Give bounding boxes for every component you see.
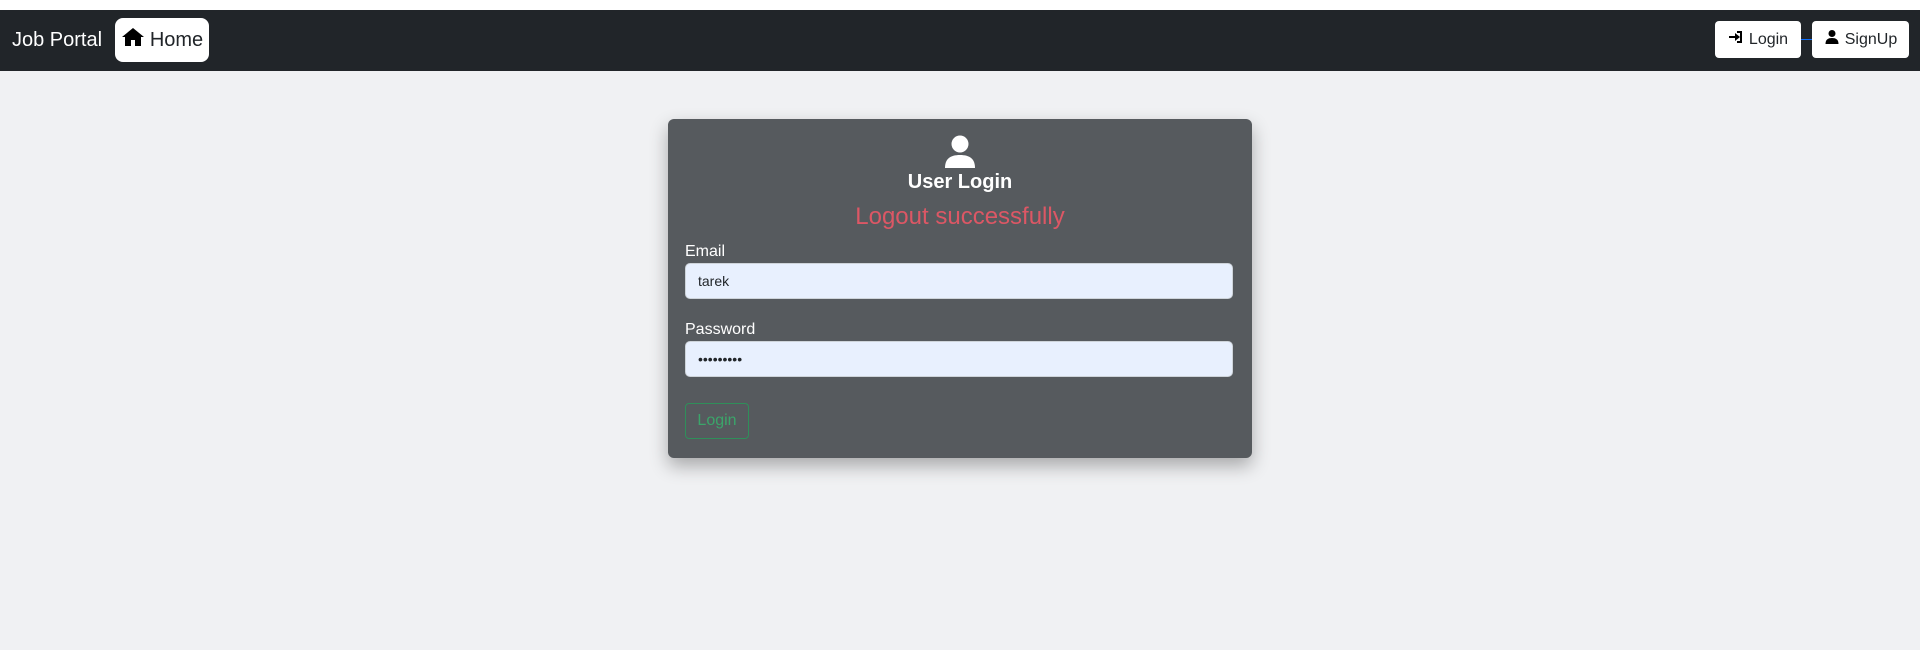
email-field[interactable] (685, 263, 1233, 299)
email-label: Email (685, 243, 726, 260)
home-link-label: Home (149, 28, 204, 51)
user-icon (1824, 29, 1840, 50)
navbar: Job Portal Home Login SignUp (0, 10, 1920, 71)
login-submit-button[interactable]: Login (685, 403, 749, 439)
nav-login-button[interactable]: Login (1715, 21, 1801, 58)
password-label: Password (685, 321, 756, 338)
nav-signup-button[interactable]: SignUp (1812, 21, 1909, 58)
nav-login-label: Login (1748, 30, 1789, 48)
top-strip (0, 0, 1920, 10)
status-message: Logout successfully (855, 203, 1065, 230)
navbar-brand[interactable]: Job Portal (12, 28, 102, 52)
password-field[interactable] (685, 341, 1233, 377)
card-title: User Login (907, 171, 1013, 193)
user-icon (945, 135, 975, 168)
login-card: User Login Logout successfully Email Pas… (668, 119, 1252, 458)
home-icon (121, 27, 145, 53)
home-link[interactable]: Home (115, 18, 209, 62)
nav-signup-label: SignUp (1844, 30, 1898, 48)
nav-divider (1801, 39, 1812, 40)
sign-in-icon (1728, 29, 1744, 50)
